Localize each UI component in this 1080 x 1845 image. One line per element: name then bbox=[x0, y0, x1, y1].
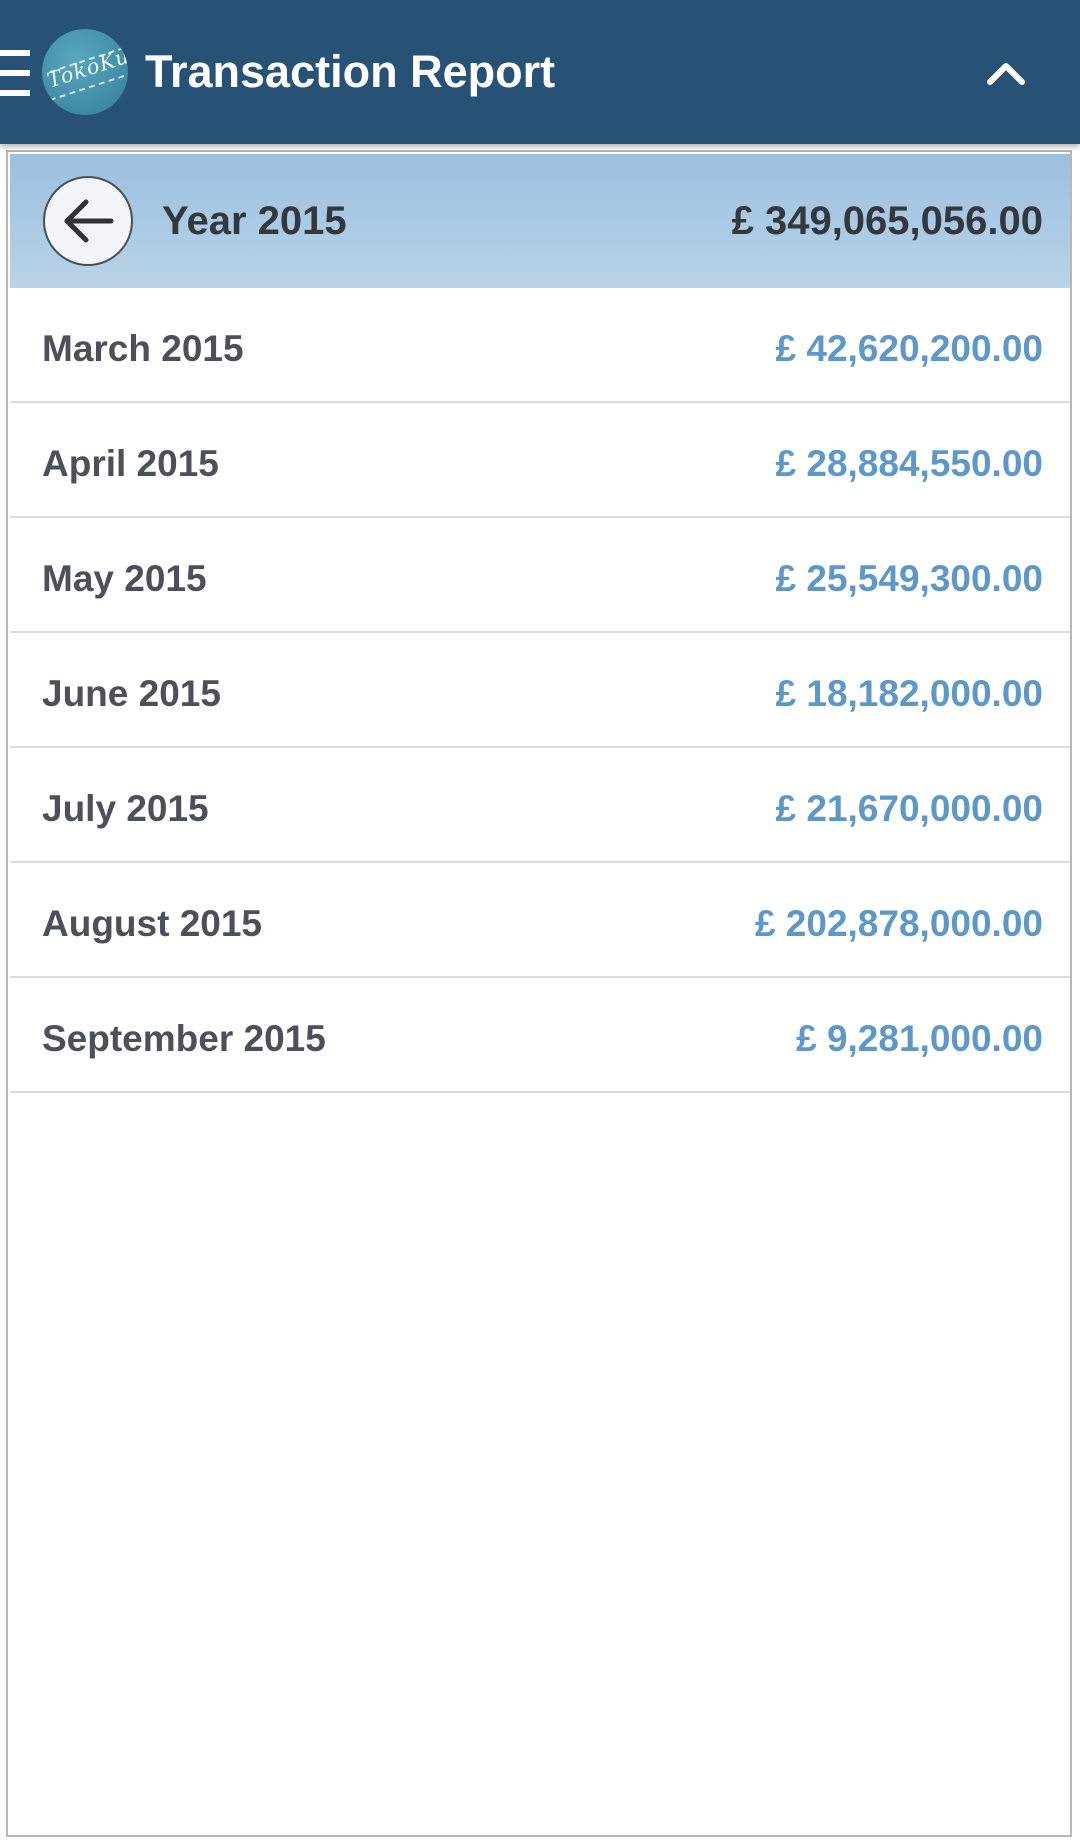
month-row-july[interactable]: July 2015 £ 21,670,000.00 bbox=[10, 748, 1070, 863]
month-label: April 2015 bbox=[42, 443, 219, 484]
back-button[interactable] bbox=[43, 176, 133, 266]
month-label: September 2015 bbox=[42, 1018, 326, 1059]
month-row-march[interactable]: March 2015 £ 42,620,200.00 bbox=[10, 288, 1070, 403]
year-label: Year 2015 bbox=[162, 199, 347, 243]
month-row-september[interactable]: September 2015 £ 9,281,000.00 bbox=[10, 978, 1070, 1093]
menu-button[interactable] bbox=[0, 50, 30, 96]
hamburger-menu-icon bbox=[0, 50, 30, 56]
chevron-up-icon bbox=[987, 63, 1025, 85]
app-logo: TokoKu bbox=[42, 29, 128, 115]
year-summary-header: Year 2015 £ 349,065,056.00 bbox=[10, 154, 1070, 288]
month-row-august[interactable]: August 2015 £ 202,878,000.00 bbox=[10, 863, 1070, 978]
month-label: August 2015 bbox=[42, 903, 263, 944]
month-label: June 2015 bbox=[42, 673, 221, 714]
logo-text: TokoKu bbox=[44, 43, 128, 93]
month-label: July 2015 bbox=[42, 788, 209, 829]
hamburger-menu-icon-bar bbox=[0, 90, 30, 96]
collapse-button[interactable] bbox=[982, 52, 1030, 92]
month-amount: £ 9,281,000.00 bbox=[796, 1018, 1043, 1059]
year-total-amount: £ 349,065,056.00 bbox=[731, 199, 1043, 243]
month-amount: £ 28,884,550.00 bbox=[775, 443, 1043, 484]
month-amount: £ 18,182,000.00 bbox=[775, 673, 1043, 714]
page-title: Transaction Report bbox=[145, 46, 556, 97]
month-amount: £ 21,670,000.00 bbox=[775, 788, 1043, 829]
month-row-june[interactable]: June 2015 £ 18,182,000.00 bbox=[10, 633, 1070, 748]
app-bar: TokoKu Transaction Report bbox=[0, 0, 1080, 144]
month-label: March 2015 bbox=[42, 328, 244, 369]
month-label: May 2015 bbox=[42, 558, 207, 599]
month-amount: £ 202,878,000.00 bbox=[754, 903, 1043, 944]
month-amount: £ 42,620,200.00 bbox=[775, 328, 1043, 369]
month-row-april[interactable]: April 2015 £ 28,884,550.00 bbox=[10, 403, 1070, 518]
month-amount: £ 25,549,300.00 bbox=[775, 558, 1043, 599]
arrow-left-icon bbox=[64, 199, 114, 243]
hamburger-menu-icon-bar bbox=[0, 70, 30, 76]
report-panel: Year 2015 £ 349,065,056.00 March 2015 £ … bbox=[6, 150, 1072, 1837]
month-row-may[interactable]: May 2015 £ 25,549,300.00 bbox=[10, 518, 1070, 633]
month-list: March 2015 £ 42,620,200.00 April 2015 £ … bbox=[10, 288, 1070, 1093]
